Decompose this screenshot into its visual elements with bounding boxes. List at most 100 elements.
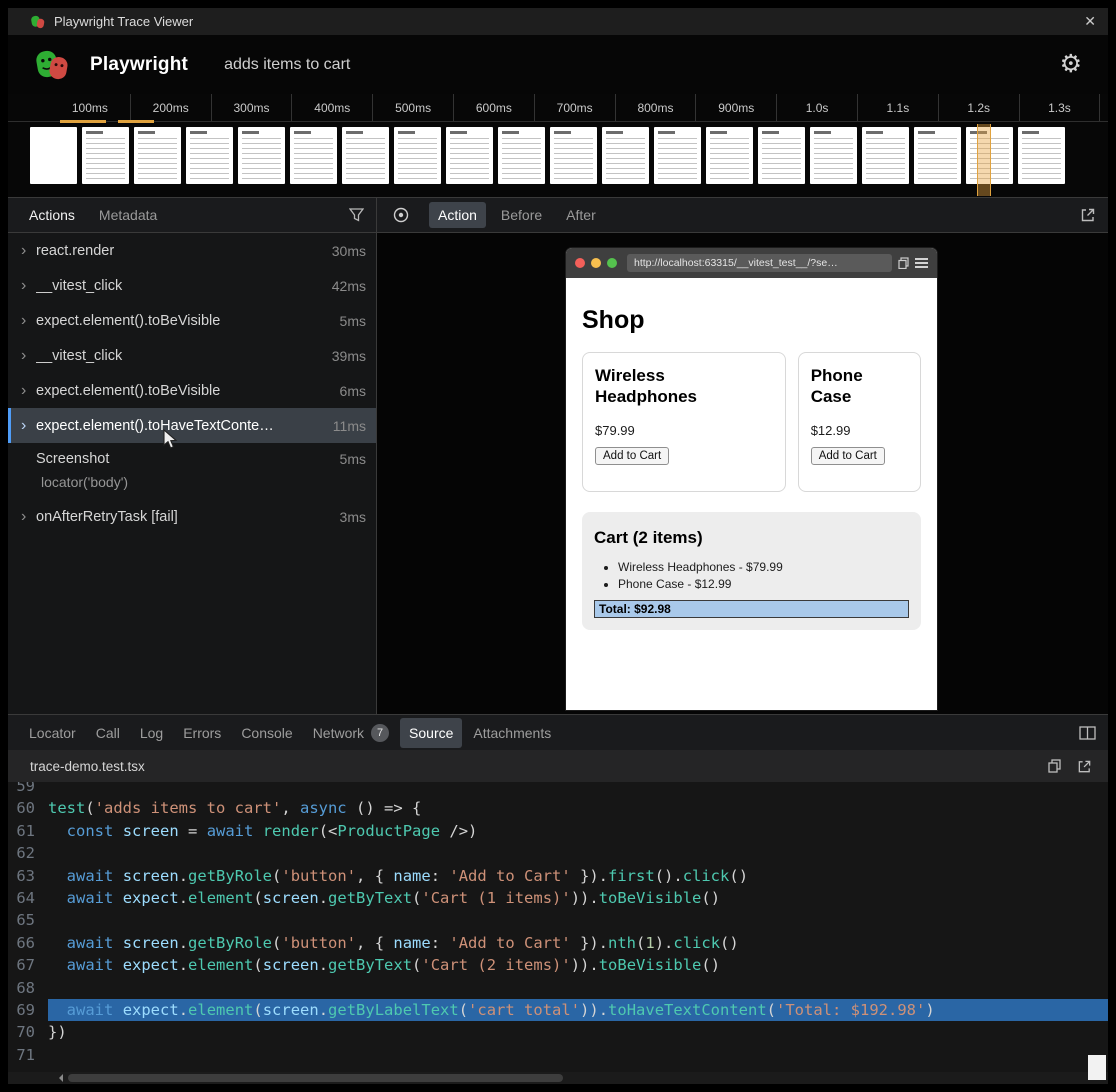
timeline-thumbnail[interactable] [550, 127, 597, 184]
tab-log[interactable]: Log [131, 718, 172, 748]
code-token: . [179, 1001, 188, 1019]
timeline-thumbnail[interactable] [446, 127, 493, 184]
scroll-left-arrow-icon[interactable] [55, 1074, 63, 1082]
timeline-thumbnail[interactable] [290, 127, 337, 184]
tab-console[interactable]: Console [232, 718, 301, 748]
timeline-thumbnail[interactable] [810, 127, 857, 184]
tab-after[interactable]: After [557, 202, 605, 228]
code-token: )). [571, 889, 599, 907]
timeline-label: 1.0s [777, 94, 858, 121]
timeline-thumbnail[interactable] [758, 127, 805, 184]
timeline-thumbnail[interactable] [30, 127, 77, 184]
close-icon[interactable]: ✕ [1084, 13, 1096, 30]
tab-network[interactable]: Network7 [304, 718, 398, 748]
action-row[interactable]: ›expect.element().toBeVisible5ms [8, 303, 376, 338]
chevron-right-icon[interactable]: › [16, 278, 36, 294]
action-row[interactable]: ›onAfterRetryTask [fail]3ms [8, 499, 376, 534]
tab-label: Source [409, 725, 453, 741]
tab-call[interactable]: Call [87, 718, 129, 748]
timeline-thumbnail[interactable] [82, 127, 129, 184]
code-token: test [48, 799, 85, 817]
code-token: screen [263, 956, 319, 974]
action-row[interactable]: Screenshot5mslocator('body') [8, 443, 376, 499]
network-count-badge: 7 [371, 724, 389, 742]
code-token: element [188, 1001, 253, 1019]
action-list: ›react.render30ms›__vitest_click42ms›exp… [8, 233, 376, 714]
filter-icon[interactable] [349, 208, 364, 222]
cart-item: Wireless Headphones - $79.99 [618, 560, 909, 574]
code-token: , { [356, 867, 393, 885]
tab-source[interactable]: Source [400, 718, 462, 748]
timeline-thumbnail[interactable] [862, 127, 909, 184]
chevron-right-icon[interactable]: › [16, 348, 36, 364]
action-name: onAfterRetryTask [fail] [36, 509, 340, 525]
action-name: expect.element().toBeVisible [36, 383, 340, 399]
chevron-right-icon[interactable]: › [16, 243, 36, 259]
open-source-external-icon[interactable] [1077, 759, 1092, 774]
timeline-thumbnail[interactable] [498, 127, 545, 184]
chevron-right-icon[interactable]: › [16, 313, 36, 329]
add-to-cart-button[interactable]: Add to Cart [811, 447, 885, 465]
chevron-right-icon[interactable]: › [16, 418, 36, 434]
timeline-thumbnail[interactable] [914, 127, 961, 184]
tab-attachments[interactable]: Attachments [464, 718, 560, 748]
action-row[interactable]: ›react.render30ms [8, 233, 376, 268]
timeline-thumbnail[interactable] [238, 127, 285, 184]
code-token: screen [123, 934, 179, 952]
browser-menu-icon[interactable] [915, 258, 928, 268]
horizontal-scroll-thumb[interactable] [68, 1074, 563, 1082]
test-title: adds items to cart [224, 56, 350, 74]
tab-metadata[interactable]: Metadata [90, 202, 166, 228]
product-card: Phone Case$12.99Add to Cart [798, 352, 921, 492]
pick-locator-icon[interactable] [389, 203, 413, 227]
timeline-strip[interactable]: 100ms200ms300ms400ms500ms600ms700ms800ms… [8, 94, 1108, 198]
copy-url-icon[interactable] [898, 257, 909, 269]
address-bar[interactable]: http://localhost:63315/__vitest_test__/?… [627, 254, 892, 272]
tab-errors[interactable]: Errors [174, 718, 230, 748]
tab-actions[interactable]: Actions [20, 202, 84, 228]
timeline-thumbnail[interactable] [654, 127, 701, 184]
code-token: await [67, 1001, 114, 1019]
timeline-thumbnail[interactable] [1018, 127, 1065, 184]
action-name: __vitest_click [36, 348, 332, 364]
horizontal-scrollbar[interactable] [8, 1072, 1108, 1084]
action-row[interactable]: ›expect.element().toBeVisible6ms [8, 373, 376, 408]
browser-chrome: http://localhost:63315/__vitest_test__/?… [566, 248, 937, 278]
timeline-thumbnail[interactable] [706, 127, 753, 184]
code-token: . [179, 889, 188, 907]
settings-gear-icon[interactable]: ⚙ [1060, 52, 1082, 77]
tab-action[interactable]: Action [429, 202, 486, 228]
vertical-scroll-thumb[interactable] [1088, 1055, 1106, 1080]
action-row[interactable]: ›expect.element().toHaveTextConte…11ms [8, 408, 376, 443]
timeline-label: 500ms [373, 94, 454, 121]
code-line: 67 await expect.element(screen.getByText… [8, 954, 1108, 976]
chevron-right-icon[interactable]: › [16, 383, 36, 399]
code-token [113, 889, 122, 907]
line-number: 71 [8, 1044, 48, 1066]
playwright-masks-icon [30, 15, 45, 29]
code-token: . [319, 956, 328, 974]
copy-source-icon[interactable] [1048, 759, 1061, 773]
tab-before[interactable]: Before [492, 202, 551, 228]
open-snapshot-external-icon[interactable] [1080, 207, 1096, 223]
add-to-cart-button[interactable]: Add to Cart [595, 447, 669, 465]
code-token: )). [571, 956, 599, 974]
action-row[interactable]: ›__vitest_click39ms [8, 338, 376, 373]
split-columns-icon[interactable] [1079, 726, 1096, 740]
code-token: getByText [328, 956, 412, 974]
timeline-thumbnail[interactable] [186, 127, 233, 184]
tab-locator[interactable]: Locator [20, 718, 85, 748]
code-token: . [179, 867, 188, 885]
timeline-thumbnail[interactable] [342, 127, 389, 184]
chevron-right-icon[interactable]: › [16, 509, 36, 525]
timeline-thumbnail[interactable] [602, 127, 649, 184]
code-token [48, 822, 67, 840]
timeline-thumbnail[interactable] [134, 127, 181, 184]
timeline-label: 1.3s [1020, 94, 1101, 121]
code-token: nth [608, 934, 636, 952]
timeline-position-marker[interactable] [977, 124, 991, 196]
traffic-light-yellow-icon [591, 258, 601, 268]
action-row[interactable]: ›__vitest_click42ms [8, 268, 376, 303]
code-token: () [729, 867, 748, 885]
timeline-thumbnail[interactable] [394, 127, 441, 184]
